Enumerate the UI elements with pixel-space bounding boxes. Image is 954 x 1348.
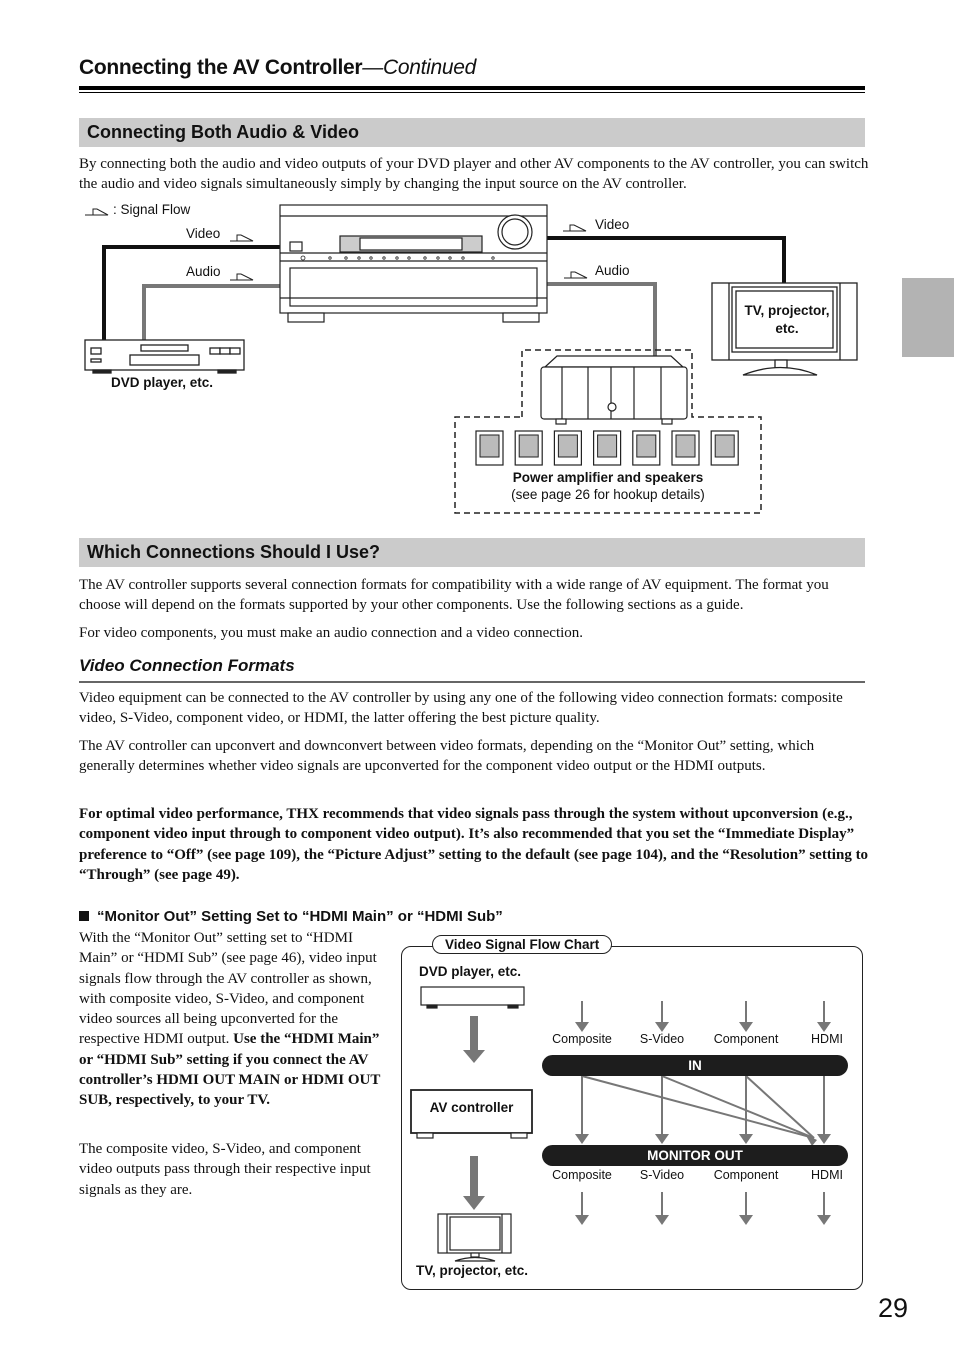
signal-flow-icon <box>85 208 109 216</box>
page-number: 29 <box>878 1293 909 1323</box>
flow-chart-graphics <box>410 986 831 1262</box>
input-arrow-head <box>817 1022 831 1032</box>
flow-dvd-box <box>420 986 525 1006</box>
page-title: Connecting the AV Controller—Continued <box>79 56 476 80</box>
thx-recommendation: For optimal video performance, THX recom… <box>79 806 869 883</box>
input-arrow-head <box>739 1022 753 1032</box>
video-label-right: Video <box>595 217 630 232</box>
signal-flow-legend: : Signal Flow <box>113 202 191 217</box>
section-heading-text: Connecting Both Audio & Video <box>87 122 359 142</box>
video-formats-heading: Video Connection Formats <box>79 656 295 675</box>
video-flow-icon-right <box>563 224 587 232</box>
audio-cable-right <box>547 282 657 360</box>
output-label: S-Video <box>639 1168 685 1182</box>
upconvert-line <box>661 1075 815 1139</box>
flow-tv-icon <box>437 1213 512 1262</box>
bullet-square-icon <box>79 911 89 921</box>
video-cable-left <box>102 245 280 350</box>
output-arrow-head <box>575 1215 589 1225</box>
monitor-out-heading-text: “Monitor Out” Setting Set to “HDMI Main”… <box>97 908 503 925</box>
monitor-out-p1-normal: With the “Monitor Out” setting set to “H… <box>79 930 377 1048</box>
video-flow-icon-left <box>230 234 254 242</box>
dvd-player-label: DVD player, etc. <box>111 375 214 390</box>
power-amplifier-illustration <box>540 355 688 425</box>
flow-av-label: AV controller <box>429 1100 514 1115</box>
header-rule-thin <box>79 92 865 93</box>
input-arrow-head <box>655 1022 669 1032</box>
input-label: HDMI <box>811 1032 843 1046</box>
amp-label: Power amplifier and speakers <box>512 470 704 485</box>
flow-dvd-label: DVD player, etc. <box>419 964 522 979</box>
passthrough-arrow-head <box>817 1134 831 1144</box>
audio-flow-icon-right <box>564 271 588 279</box>
monitor-out-paragraph-1: With the “Monitor Out” setting set to “H… <box>79 928 387 1111</box>
audio-label-right: Audio <box>595 263 630 278</box>
monitor-out-paragraph-2: The composite video, S-Video, and compon… <box>79 1141 371 1198</box>
output-label: Component <box>713 1168 779 1182</box>
speaker-cone <box>675 434 696 458</box>
page-title-suffix: —Continued <box>362 56 477 79</box>
chapter-tab <box>902 278 954 357</box>
input-label: S-Video <box>639 1032 685 1046</box>
page-title-main: Connecting the AV Controller <box>79 56 363 79</box>
video-label-left: Video <box>186 226 221 241</box>
output-arrow-head <box>817 1215 831 1225</box>
passthrough-arrow-head <box>655 1134 669 1144</box>
tv-label-line1: TV, projector, <box>744 303 830 318</box>
tv-label-line2: etc. <box>775 321 799 336</box>
audio-label-left: Audio <box>186 264 221 279</box>
video-formats-rule <box>79 681 865 683</box>
section-heading-both: Connecting Both Audio & Video <box>79 118 865 147</box>
which-paragraph-1: The AV controller supports several conne… <box>79 577 829 614</box>
speaker-cone <box>518 434 539 458</box>
which-paragraph-2: For video components, you must make an a… <box>79 625 584 641</box>
output-label: HDMI <box>811 1168 843 1182</box>
speaker-group <box>475 430 739 466</box>
tv-label: TV, projector, etc. <box>734 302 840 338</box>
speaker-cone <box>479 434 500 458</box>
passthrough-arrow-head <box>739 1134 753 1144</box>
formats-paragraph-1: Video equipment can be connected to the … <box>79 690 843 727</box>
amp-sublabel: (see page 26 for hookup details) <box>511 487 705 502</box>
speaker-cone <box>557 434 578 458</box>
input-label: Component <box>713 1032 779 1046</box>
dvd-player-illustration <box>84 339 245 374</box>
output-arrow-head <box>655 1215 669 1225</box>
section-heading-text: Which Connections Should I Use? <box>87 542 381 562</box>
output-label: Composite <box>552 1168 612 1182</box>
intro-paragraph: By connecting both the audio and video o… <box>79 156 869 193</box>
audio-flow-icon-left <box>230 273 254 281</box>
speaker-cone <box>597 434 618 458</box>
output-arrow-head <box>739 1215 753 1225</box>
input-label: Composite <box>552 1032 612 1046</box>
input-arrow-head <box>575 1022 589 1032</box>
monitor-out-bar: MONITOR OUT <box>542 1145 848 1166</box>
formats-paragraph-2: The AV controller can upconvert and down… <box>79 738 815 775</box>
header-rule-thick <box>79 86 865 90</box>
flow-tv-label: TV, projector, etc. <box>416 1263 529 1278</box>
in-bar: IN <box>542 1055 848 1076</box>
speaker-cone <box>714 434 735 458</box>
av-controller-illustration <box>279 204 548 323</box>
section-heading-which: Which Connections Should I Use? <box>79 538 865 567</box>
speaker-cone <box>636 434 657 458</box>
passthrough-arrow-head <box>575 1134 589 1144</box>
monitor-out-heading: “Monitor Out” Setting Set to “HDMI Main”… <box>79 908 503 925</box>
